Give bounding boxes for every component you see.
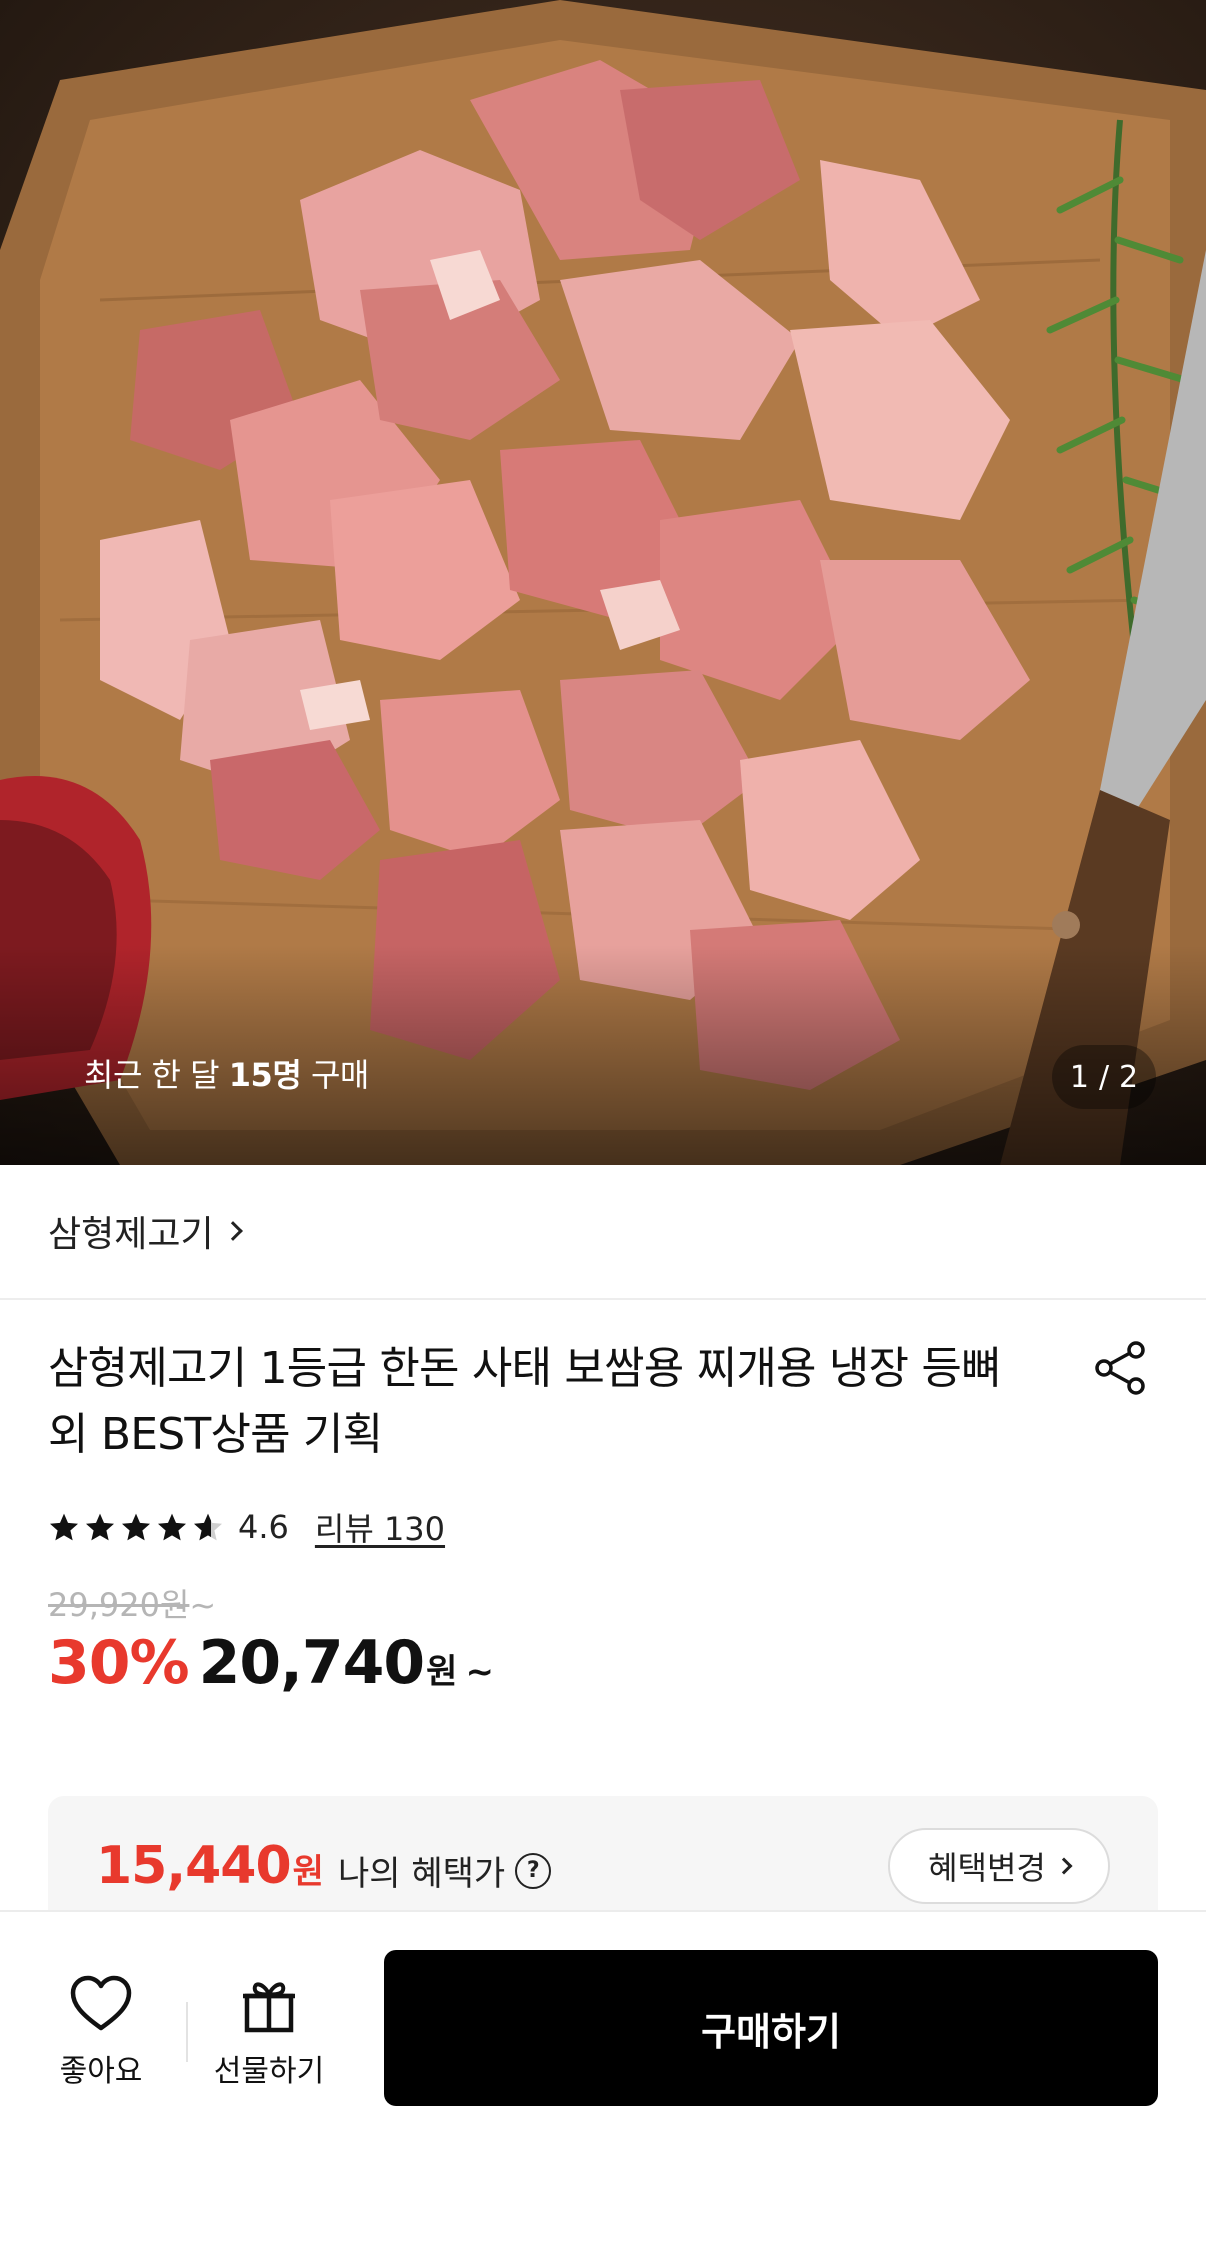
like-button[interactable]: 좋아요 xyxy=(26,1974,176,2104)
brand-link[interactable]: 삼형제고기 xyxy=(48,1205,243,1257)
image-page-indicator: 1 / 2 xyxy=(1052,1045,1156,1109)
benefit-label: 나의 혜택가 ? xyxy=(338,1846,552,1895)
page-separator: / xyxy=(1098,1059,1110,1095)
page-total: 2 xyxy=(1119,1059,1139,1095)
like-label: 좋아요 xyxy=(59,2054,143,2089)
star-icon xyxy=(158,1513,186,1541)
recent-suffix: 구매 xyxy=(301,1056,369,1094)
benefit-label-text: 나의 혜택가 xyxy=(338,1854,506,1894)
price-tilde: ~ xyxy=(465,1652,494,1692)
benefit-price-value: 15,440 xyxy=(96,1836,292,1896)
section-divider xyxy=(0,1298,1206,1300)
sale-price-row: 30% 20,740 원 ~ xyxy=(48,1628,494,1698)
benefit-change-label: 혜택변경 xyxy=(928,1849,1046,1887)
discount-rate: 30% xyxy=(48,1628,190,1698)
star-half-icon xyxy=(194,1513,222,1541)
help-icon[interactable]: ? xyxy=(515,1852,552,1889)
recent-count: 15명 xyxy=(228,1056,302,1094)
currency-unit: 원 xyxy=(426,1652,458,1692)
product-image-carousel[interactable]: 최근 한 달 15명 구매 1 / 2 xyxy=(0,0,1206,1165)
original-price: 29,920원~ xyxy=(48,1580,216,1626)
benefit-price-unit: 원 xyxy=(292,1852,324,1892)
star-icon xyxy=(122,1513,150,1541)
benefit-price: 15,440 원 xyxy=(96,1836,324,1896)
rating-row: 4.6 리뷰 130 xyxy=(48,1504,445,1550)
product-detail-page: 최근 한 달 15명 구매 1 / 2 삼형제고기 삼형제고기 1등급 한돈 사… xyxy=(0,0,1206,2243)
recent-purchase-count: 최근 한 달 15명 구매 xyxy=(84,1050,369,1096)
share-icon[interactable] xyxy=(1090,1338,1150,1398)
action-divider xyxy=(186,2002,188,2062)
product-title: 삼형제고기 1등급 한돈 사태 보쌈용 찌개용 냉장 등뼈 외 BEST상품 기… xyxy=(48,1343,1002,1460)
recent-prefix: 최근 한 달 xyxy=(84,1056,229,1094)
gift-label: 선물하기 xyxy=(213,2054,325,2089)
chevron-right-icon xyxy=(1055,1857,1073,1875)
buy-button[interactable]: 구매하기 xyxy=(384,1950,1158,2106)
chevron-right-icon xyxy=(222,1221,243,1241)
review-count-link[interactable]: 리뷰 130 xyxy=(315,1504,445,1550)
sale-price: 20,740 xyxy=(198,1628,426,1698)
star-icon xyxy=(50,1513,78,1541)
brand-name: 삼형제고기 xyxy=(48,1214,214,1255)
benefit-change-button[interactable]: 혜택변경 xyxy=(888,1828,1110,1904)
bottom-action-bar: 좋아요 선물하기 구매하기 xyxy=(0,1910,1206,2243)
star-icon xyxy=(86,1513,114,1541)
page-current: 1 xyxy=(1069,1059,1089,1095)
rating-value: 4.6 xyxy=(238,1508,289,1546)
heart-icon xyxy=(70,1975,132,2031)
gift-button[interactable]: 선물하기 xyxy=(194,1974,344,2104)
original-price-value: 29,920원 xyxy=(48,1586,190,1624)
benefit-price-box: 15,440 원 나의 혜택가 ? 혜택변경 xyxy=(48,1796,1158,1918)
gift-icon xyxy=(243,1982,295,2033)
star-rating xyxy=(48,1511,224,1543)
original-price-suffix: ~ xyxy=(189,1586,217,1624)
